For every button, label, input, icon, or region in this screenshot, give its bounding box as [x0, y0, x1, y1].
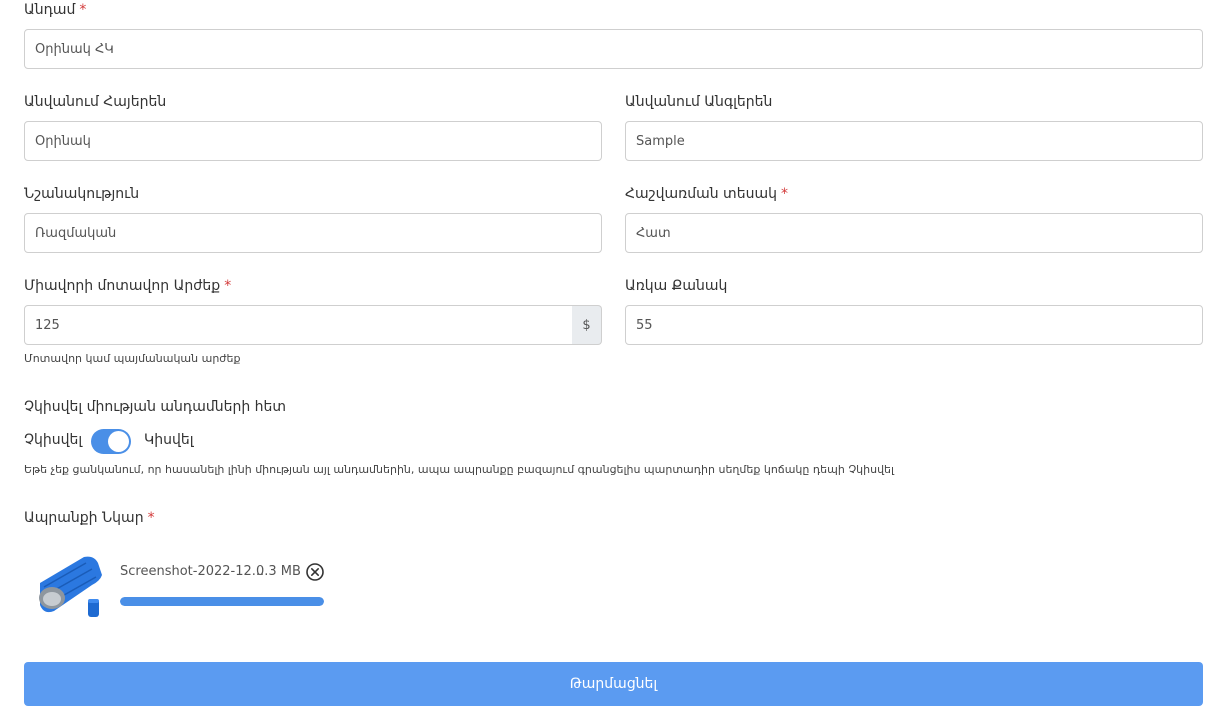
quantity-label: Առկա Քանակ [625, 278, 728, 294]
purpose-input[interactable] [24, 213, 602, 253]
product-thumbnail [34, 553, 104, 619]
required-mark: * [147, 510, 155, 526]
share-off-label: Չկիսվել [24, 432, 83, 448]
file-size: 0.3 MB [256, 564, 301, 579]
member-input[interactable] [24, 29, 1203, 69]
toggle-knob [108, 431, 129, 452]
purpose-label: Նշանակություն [24, 186, 140, 202]
file-name: Screenshot-2022-12... [120, 564, 265, 579]
upload-progress-fill [120, 597, 324, 606]
unit-type-input[interactable] [625, 213, 1203, 253]
close-circle-icon[interactable] [305, 562, 325, 582]
share-on-label: Կիսվել [144, 432, 194, 448]
name-am-input[interactable] [24, 121, 602, 161]
unit-value-input[interactable] [24, 305, 573, 345]
currency-addon: $ [572, 305, 602, 345]
name-en-label: Անվանում Անգլերեն [625, 94, 773, 110]
upload-progress-bar [120, 597, 324, 606]
member-label: Անդամ * [24, 2, 86, 18]
quantity-input[interactable] [625, 305, 1203, 345]
required-mark: * [780, 186, 788, 202]
update-button[interactable]: Թարմացնել [24, 662, 1203, 706]
unit-value-label-text: Միավորի մոտավոր Արժեք [24, 278, 221, 294]
required-mark: * [224, 278, 232, 294]
share-toggle[interactable] [91, 429, 131, 454]
required-mark: * [79, 2, 87, 18]
name-en-input[interactable] [625, 121, 1203, 161]
share-label: Չկիսվել միության անդամների հետ [24, 399, 287, 415]
image-label: Ապրանքի Նկար * [24, 510, 155, 526]
unit-type-label: Հաշվառման տեսակ * [625, 186, 788, 202]
unit-type-label-text: Հաշվառման տեսակ [625, 186, 777, 202]
name-am-label: Անվանում Հայերեն [24, 94, 167, 110]
unit-value-help: Մոտավոր կամ պայմանական արժեք [24, 352, 241, 365]
image-label-text: Ապրանքի Նկար [24, 510, 144, 526]
unit-value-label: Միավորի մոտավոր Արժեք * [24, 278, 231, 294]
member-label-text: Անդամ [24, 2, 76, 18]
share-help: Եթե չեք ցանկանում, որ հասանելի լինի միու… [24, 463, 895, 476]
